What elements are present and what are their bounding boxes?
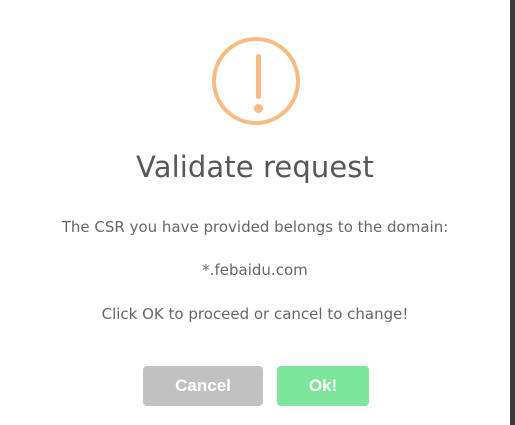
validate-request-dialog: Validate request The CSR you have provid… (0, 0, 510, 425)
warning-icon-bar (256, 54, 261, 99)
domain-message: The CSR you have provided belongs to the… (61, 218, 449, 236)
dialog-title: Validate request (136, 150, 374, 184)
domain-name: *.febaidu.com (202, 261, 308, 279)
screen-frame: Validate request The CSR you have provid… (0, 0, 515, 425)
confirmation-message: Click OK to proceed or cancel to change! (101, 305, 409, 323)
window-edge (510, 0, 515, 425)
ok-button[interactable]: Ok! (277, 366, 369, 406)
cancel-button[interactable]: Cancel (143, 366, 263, 406)
warning-icon-dot (254, 104, 263, 113)
warning-icon (212, 37, 300, 125)
